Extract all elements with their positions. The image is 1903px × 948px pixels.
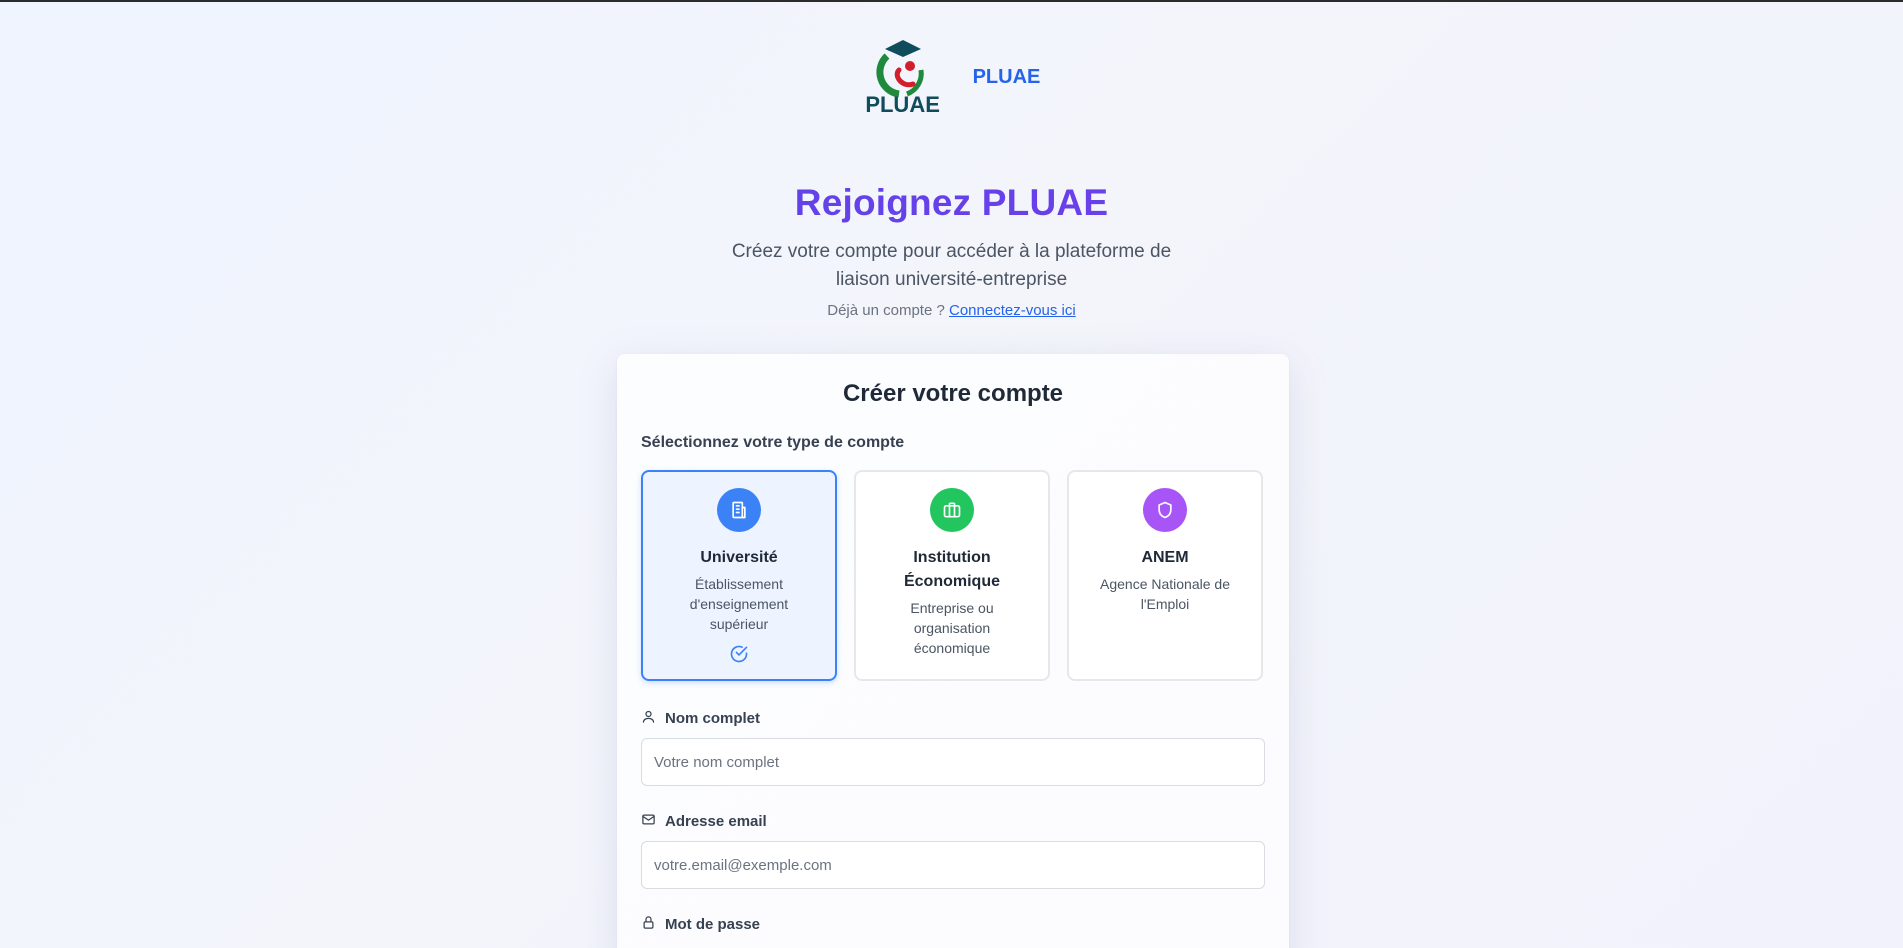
- briefcase-icon: [930, 488, 974, 532]
- name-label: Nom complet: [641, 709, 1265, 728]
- account-type-label: Sélectionnez votre type de compte: [641, 434, 905, 451]
- check-circle-icon: [643, 644, 835, 664]
- account-type-options: Université Établissement d'enseignement …: [641, 470, 1265, 681]
- email-label-text: Adresse email: [665, 813, 767, 830]
- account-type-anem[interactable]: ANEM Agence Nationale de l'Emploi: [1067, 470, 1263, 681]
- account-type-name: Institution Économique: [903, 549, 1000, 590]
- brand-name[interactable]: PLUAE: [973, 66, 1041, 89]
- page-subtitle: Créez votre compte pour accéder à la pla…: [731, 241, 1172, 290]
- account-type-description: Agence Nationale de l'Emploi: [1100, 576, 1230, 612]
- email-input[interactable]: [641, 841, 1265, 889]
- login-prompt-line: Déjà un compte ? Connectez-vous ici: [0, 302, 1903, 319]
- name-input[interactable]: [641, 738, 1265, 786]
- user-icon: [641, 709, 656, 728]
- login-prompt-text: Déjà un compte ?: [827, 302, 945, 319]
- account-type-name: ANEM: [1141, 549, 1189, 566]
- page-title: Rejoignez PLUAE: [0, 180, 1903, 226]
- password-label-text: Mot de passe: [665, 916, 761, 933]
- shield-icon: [1143, 488, 1187, 532]
- logo-text: PLUAE: [865, 92, 940, 117]
- register-card: Créer votre compte Sélectionnez votre ty…: [617, 354, 1289, 948]
- form-title: Créer votre compte: [842, 380, 1064, 407]
- login-link[interactable]: Connectez-vous ici: [949, 302, 1076, 319]
- name-field: Nom complet: [641, 709, 1265, 786]
- email-field: Adresse email: [641, 812, 1265, 889]
- lock-icon: [641, 915, 656, 934]
- hero-section: Rejoignez PLUAE Créez votre compte pour …: [0, 180, 1903, 319]
- pluae-logo[interactable]: PLUAE: [863, 36, 943, 117]
- account-type-universite[interactable]: Université Établissement d'enseignement …: [641, 470, 837, 681]
- password-label: Mot de passe: [641, 915, 1265, 934]
- name-label-text: Nom complet: [665, 710, 761, 727]
- account-type-description: Entreprise ou organisation économique: [910, 600, 994, 656]
- building-icon: [717, 488, 761, 532]
- account-type-institution[interactable]: Institution Économique Entreprise ou org…: [854, 470, 1050, 681]
- mail-icon: [641, 812, 656, 831]
- account-type-name: Université: [700, 549, 778, 566]
- account-type-description: Établissement d'enseignement supérieur: [689, 576, 789, 632]
- site-header: PLUAE PLUAE: [0, 36, 1903, 117]
- email-label: Adresse email: [641, 812, 1265, 831]
- password-field: Mot de passe: [641, 915, 1265, 934]
